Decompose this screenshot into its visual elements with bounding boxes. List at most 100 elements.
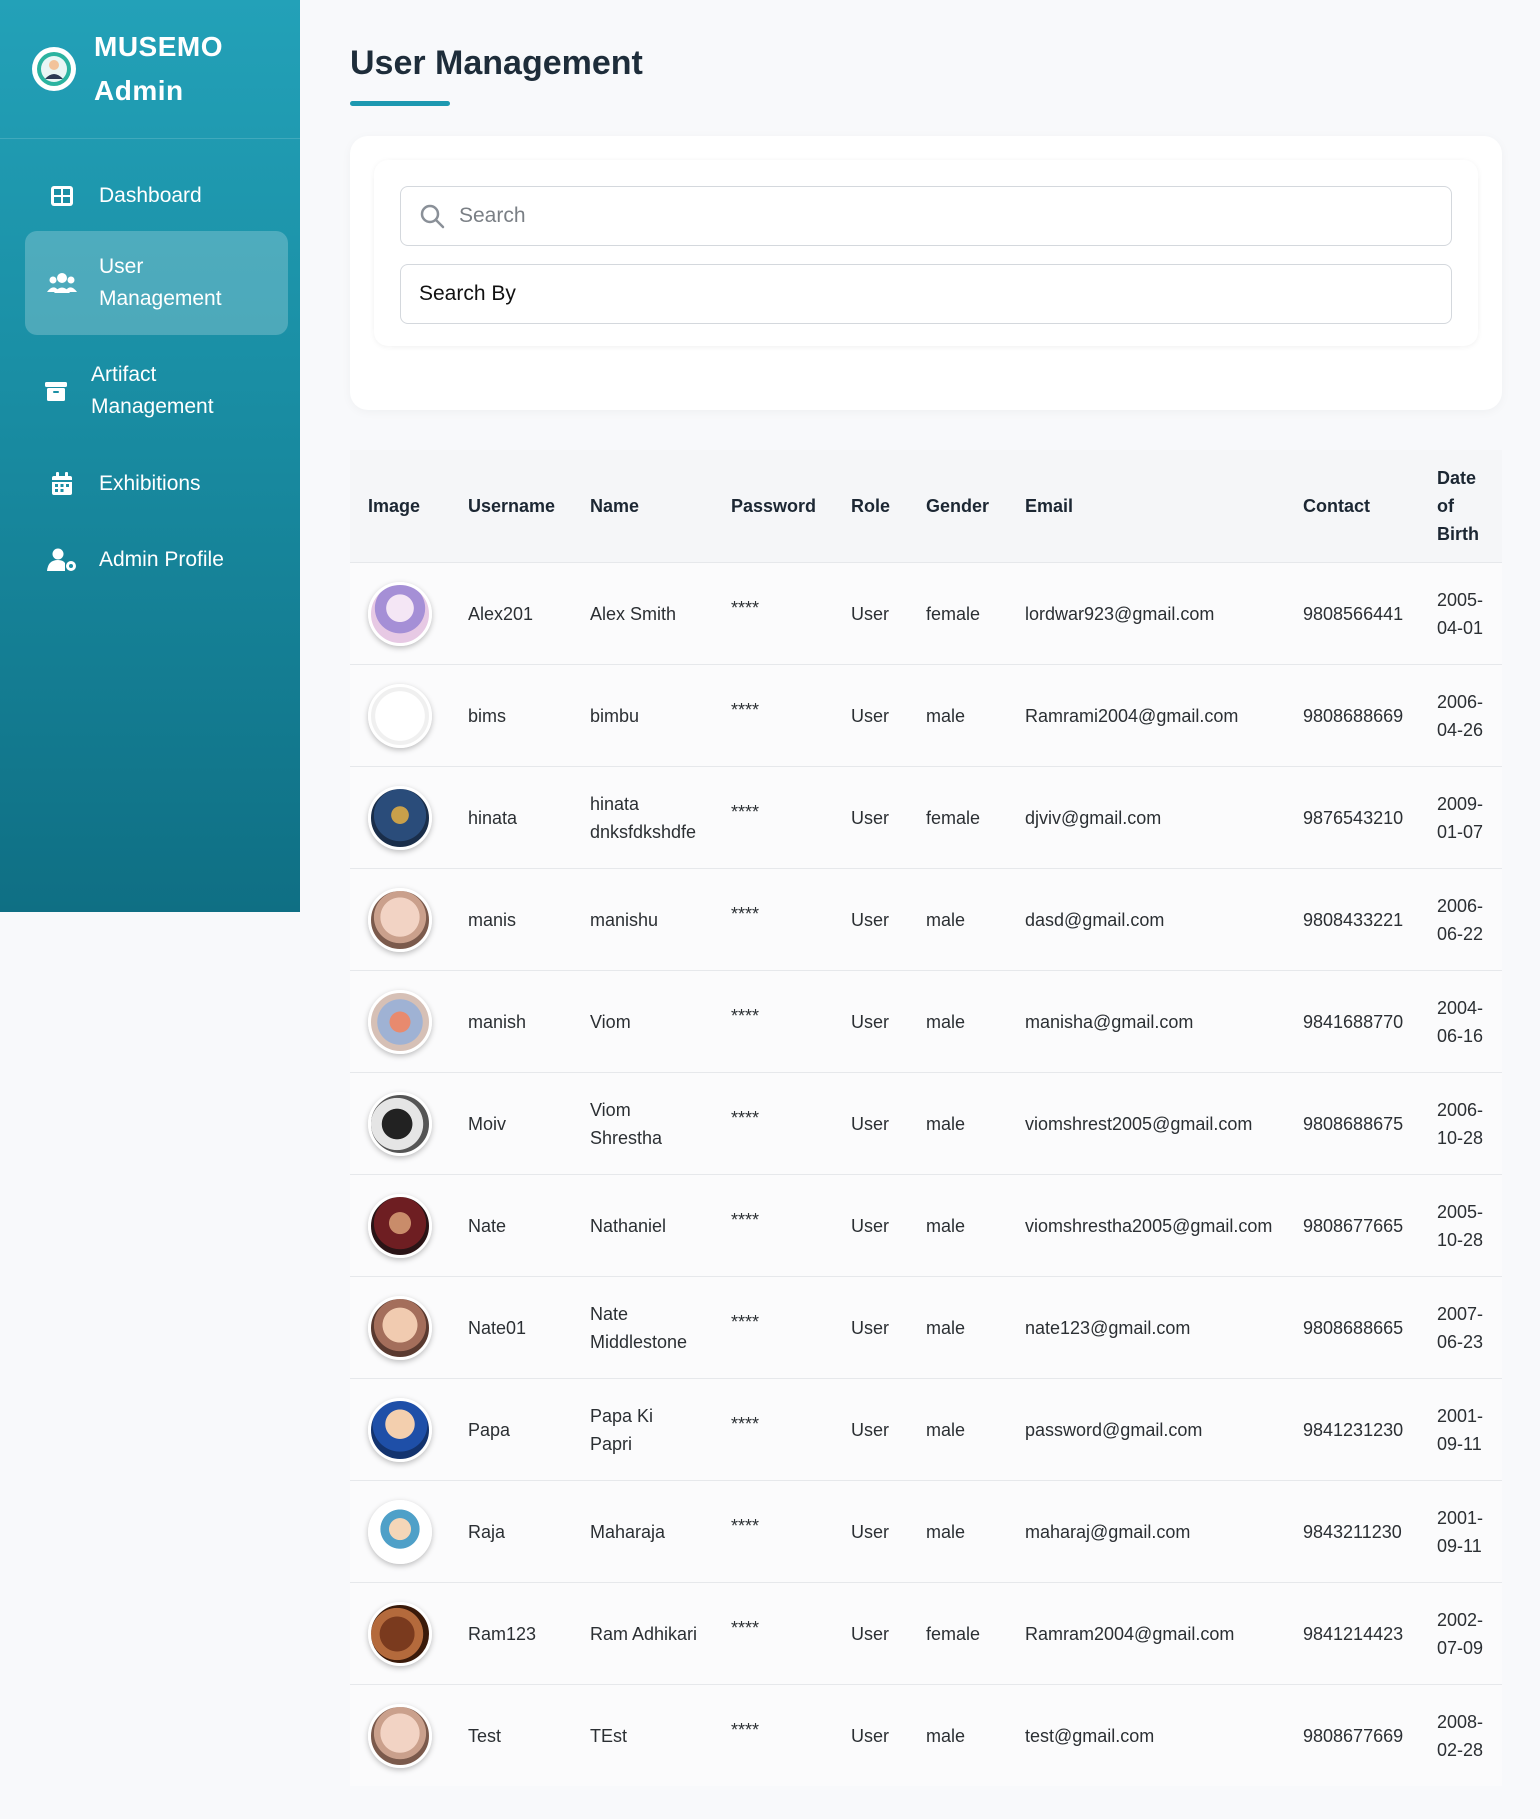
sidebar-item-artifact-management[interactable]: Artifact Management [25, 339, 288, 443]
cell-gender-text: male [926, 1521, 966, 1542]
avatar [368, 887, 432, 952]
cell-gender: male [908, 1684, 1007, 1786]
cell-email-text: Ramram2004@gmail.com [1025, 1623, 1235, 1644]
cell-date-of-birth: 2001-09-11 [1419, 1378, 1502, 1481]
header-date-of-birth: Date of Birth [1437, 468, 1479, 544]
title-underline [350, 101, 450, 106]
search-input[interactable] [457, 203, 1421, 229]
cell-gender-text: male [926, 1011, 966, 1032]
cell-date-of-birth-text: 2005-04-01 [1437, 589, 1484, 638]
cell-name-text: Papa Ki Papri [590, 1405, 654, 1454]
cell-contact: 9841214423 [1285, 1582, 1419, 1685]
cell-email-text: djviv@gmail.com [1025, 807, 1162, 828]
cell-gender: male [908, 1072, 1007, 1175]
cell-role: User [833, 1072, 908, 1175]
cell-password-text: **** [731, 903, 760, 924]
cell-username: Test [450, 1684, 572, 1786]
cell-name: Ram Adhikari [572, 1582, 713, 1685]
cell-email: nate123@gmail.com [1007, 1276, 1285, 1379]
avatar [368, 989, 432, 1054]
cell-role-text: User [851, 1623, 890, 1644]
sidebar-item-exhibitions[interactable]: Exhibitions [25, 449, 288, 519]
cell-gender-text: male [926, 1215, 966, 1236]
table-row: Raja Maharaja **** User male maharaj@gmail.co… [350, 1480, 1502, 1583]
avatar [368, 1499, 432, 1564]
cell-email: test@gmail.com [1007, 1684, 1285, 1786]
avatar [368, 785, 432, 850]
cell-contact: 9808688675 [1285, 1072, 1419, 1175]
cell-username: manish [450, 970, 572, 1073]
search-by-select[interactable]: Search By [400, 264, 1452, 324]
cell-name: Viom Shrestha [572, 1072, 713, 1175]
user-gear-icon [47, 548, 77, 572]
cell-date-of-birth: 2001-09-11 [1419, 1480, 1502, 1583]
sidebar-item-dashboard[interactable]: Dashboard [25, 161, 288, 231]
cell-contact: 9808688665 [1285, 1276, 1419, 1379]
cell-contact-text: 9808677669 [1303, 1725, 1404, 1746]
cell-username-text: Nate01 [468, 1317, 527, 1338]
cell-name-text: Viom Shrestha [590, 1099, 663, 1148]
cell-image [350, 970, 450, 1073]
cell-password-text: **** [731, 801, 760, 822]
cell-username: Nate [450, 1174, 572, 1277]
cell-username: Nate01 [450, 1276, 572, 1379]
cell-contact-text: 9841214423 [1303, 1623, 1404, 1644]
cell-gender-text: female [926, 807, 981, 828]
cell-gender-text: female [926, 603, 981, 624]
cell-username-text: Test [468, 1725, 502, 1746]
table-row: Papa Papa Ki Papri **** User male password@gm… [350, 1378, 1502, 1481]
cell-role: User [833, 1684, 908, 1786]
cell-contact: 9841688770 [1285, 970, 1419, 1073]
cell-date-of-birth: 2006-06-22 [1419, 868, 1502, 971]
users-table-container: Image Username Name Password Role Gender… [350, 450, 1502, 1786]
cell-password: **** [713, 868, 833, 971]
cell-password-text: **** [731, 1209, 760, 1230]
cell-gender: male [908, 1480, 1007, 1583]
cell-role-text: User [851, 705, 890, 726]
header-username: Username [468, 496, 556, 516]
cell-username-text: Moiv [468, 1113, 507, 1134]
cell-gender-text: male [926, 1725, 966, 1746]
sidebar-item-user-management[interactable]: User Management [25, 231, 288, 335]
cell-contact-text: 9876543210 [1303, 807, 1404, 828]
cell-date-of-birth: 2009-01-07 [1419, 766, 1502, 869]
search-field[interactable] [400, 186, 1452, 246]
cell-role: User [833, 664, 908, 767]
table-row: Nate Nathaniel **** User male viomshrestha200… [350, 1174, 1502, 1277]
cell-password-text: **** [731, 1107, 760, 1128]
sidebar: MUSEMO Admin Dashboard User Management A… [0, 0, 300, 912]
cell-password: **** [713, 1480, 833, 1583]
cell-email: Ramram2004@gmail.com [1007, 1582, 1285, 1685]
sidebar-item-label: Artifact Management [91, 363, 214, 418]
cell-email-text: nate123@gmail.com [1025, 1317, 1191, 1338]
avatar [368, 581, 432, 646]
avatar [368, 1703, 432, 1768]
cell-image [350, 1276, 450, 1379]
sidebar-item-label: User Management [99, 255, 222, 310]
sidebar-item-label: Dashboard [99, 184, 202, 207]
cell-email: manisha@gmail.com [1007, 970, 1285, 1073]
sidebar-item-admin-profile[interactable]: Admin Profile [25, 525, 288, 595]
cell-username: hinata [450, 766, 572, 869]
cell-contact-text: 9808688665 [1303, 1317, 1404, 1338]
admin-logo-icon [30, 38, 78, 100]
cell-gender-text: female [926, 1623, 981, 1644]
cell-contact-text: 9841231230 [1303, 1419, 1404, 1440]
table-row: manish Viom **** User male manisha@gmail.com 9… [350, 970, 1502, 1073]
cell-role-text: User [851, 1317, 890, 1338]
cell-gender: male [908, 970, 1007, 1073]
archive-box-icon [41, 380, 71, 402]
cell-name-text: Ram Adhikari [590, 1623, 698, 1644]
header-image: Image [368, 496, 421, 516]
avatar [368, 1397, 432, 1462]
cell-contact-text: 9808566441 [1303, 603, 1404, 624]
cell-gender: male [908, 1174, 1007, 1277]
cell-date-of-birth: 2008-02-28 [1419, 1684, 1502, 1786]
cell-email-text: viomshrestha2005@gmail.com [1025, 1215, 1273, 1236]
cell-username-text: manis [468, 909, 517, 930]
cell-name-text: Nate Middlestone [590, 1303, 688, 1352]
cell-date-of-birth: 2005-10-28 [1419, 1174, 1502, 1277]
cell-name: TEst [572, 1684, 713, 1786]
cell-name: Nathaniel [572, 1174, 713, 1277]
cell-contact-text: 9808688669 [1303, 705, 1404, 726]
